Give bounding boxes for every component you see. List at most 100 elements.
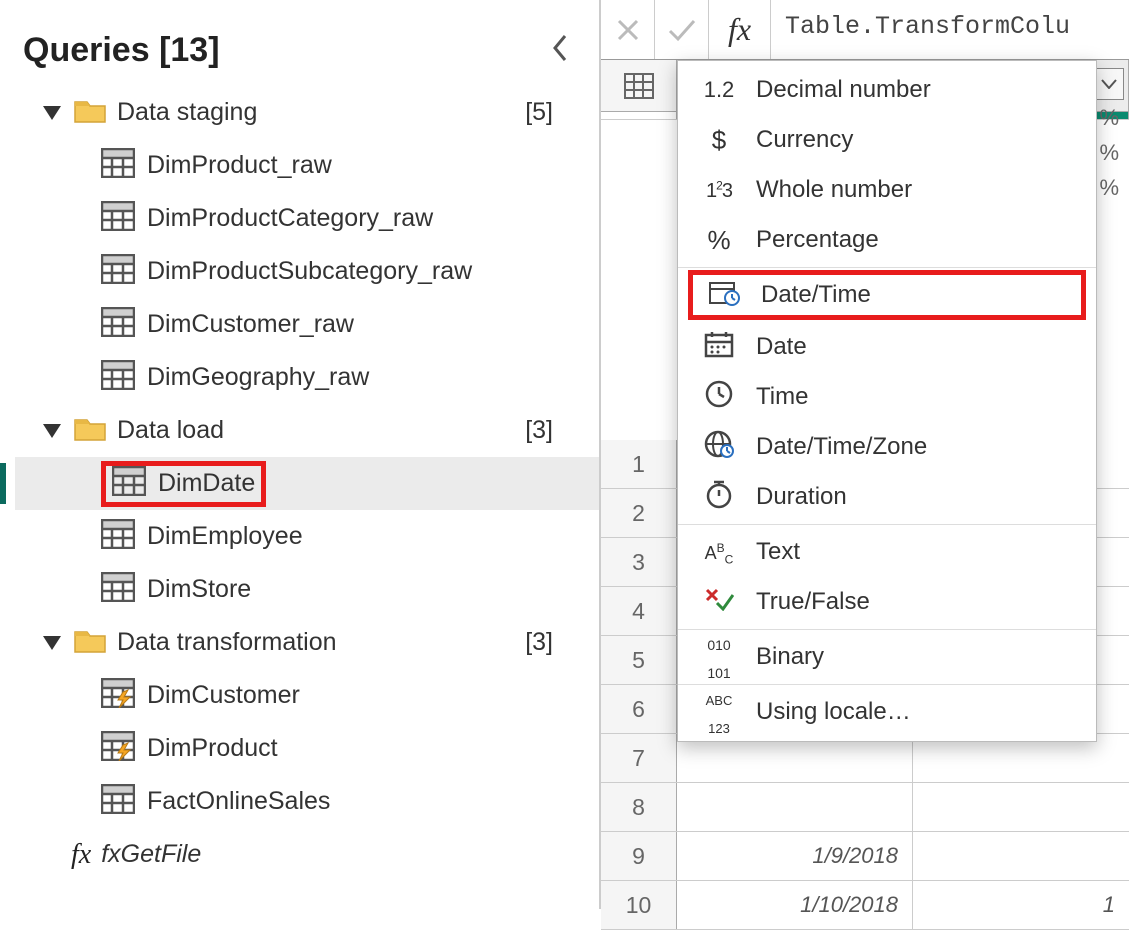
- type-icon: ABC: [700, 538, 738, 566]
- query-item[interactable]: DimGeography_raw: [15, 351, 599, 404]
- table-row[interactable]: 8: [601, 783, 1129, 832]
- percent-indicator: %: [1099, 140, 1119, 166]
- row-number: 8: [601, 783, 677, 831]
- queries-title: Queries [13]: [23, 31, 220, 70]
- query-name: DimCustomer: [147, 681, 300, 710]
- type-label: Binary: [756, 643, 824, 671]
- type-label: Text: [756, 538, 800, 566]
- query-item[interactable]: DimCustomer: [15, 669, 599, 722]
- row-number: 9: [601, 832, 677, 880]
- expand-collapse-icon[interactable]: [43, 106, 61, 120]
- queries-pane: Queries [13] Data staging[5]DimProduct_r…: [0, 0, 600, 909]
- type-icon: [700, 479, 738, 516]
- type-label: Decimal number: [756, 76, 931, 104]
- formula-bar: fx Table.TransformColu: [601, 0, 1129, 60]
- query-name: DimProductCategory_raw: [147, 204, 433, 233]
- percent-indicator: %: [1099, 175, 1119, 201]
- query-name: DimEmployee: [147, 522, 303, 551]
- table-icon: [112, 466, 146, 502]
- type-label: Whole number: [756, 176, 912, 204]
- row-number: 7: [601, 734, 677, 782]
- menu-separator: [678, 629, 1096, 630]
- table-icon: [101, 307, 135, 343]
- row-number: 5: [601, 636, 677, 684]
- query-group[interactable]: Data staging[5]: [15, 86, 599, 139]
- type-menu-item[interactable]: ABC123 Using locale…: [678, 687, 1096, 737]
- expand-collapse-icon[interactable]: [43, 636, 61, 650]
- data-type-menu: 1.2 Decimal number $Currency123Whole numbe…: [677, 60, 1097, 742]
- row-number: 10: [601, 881, 677, 929]
- cell[interactable]: 1/10/2018: [677, 881, 913, 929]
- type-menu-item[interactable]: %Percentage: [678, 215, 1096, 265]
- row-number: 4: [601, 587, 677, 635]
- cell[interactable]: 1: [913, 881, 1129, 929]
- query-name: DimStore: [147, 575, 251, 604]
- type-icon: [700, 430, 738, 465]
- formula-accept-button[interactable]: [655, 0, 709, 59]
- query-name: FactOnlineSales: [147, 787, 330, 816]
- select-all-corner[interactable]: [601, 60, 677, 111]
- table-row[interactable]: 101/10/20181: [601, 881, 1129, 930]
- fx-label[interactable]: fx: [709, 0, 771, 59]
- group-name: Data load: [117, 416, 224, 445]
- query-name: DimGeography_raw: [147, 363, 369, 392]
- collapse-pane-button[interactable]: [551, 34, 571, 68]
- type-menu-item[interactable]: 1.2 Decimal number: [678, 65, 1096, 115]
- type-label: Using locale…: [756, 698, 911, 726]
- type-icon: 1.2: [700, 76, 738, 104]
- row-number: 1: [601, 440, 677, 488]
- type-label: True/False: [756, 588, 870, 616]
- type-label: Time: [756, 383, 808, 411]
- column-filter-dropdown[interactable]: [1094, 68, 1124, 100]
- formula-cancel-button[interactable]: [601, 0, 655, 59]
- query-group[interactable]: Data load [3]: [15, 404, 599, 457]
- query-item[interactable]: FactOnlineSales: [15, 775, 599, 828]
- query-item[interactable]: DimCustomer_raw: [15, 298, 599, 351]
- cell[interactable]: [913, 832, 1129, 880]
- type-menu-item[interactable]: $Currency: [678, 115, 1096, 165]
- type-icon: [705, 278, 743, 313]
- cell[interactable]: [677, 783, 913, 831]
- type-menu-item[interactable]: 010101Binary: [678, 632, 1096, 682]
- highlighted-query: DimDate: [101, 461, 266, 507]
- type-label: Date: [756, 333, 807, 361]
- query-item[interactable]: DimStore: [15, 563, 599, 616]
- table-row[interactable]: 91/9/2018: [601, 832, 1129, 881]
- query-item[interactable]: DimProduct_raw: [15, 139, 599, 192]
- query-item[interactable]: DimProduct: [15, 722, 599, 775]
- query-item[interactable]: DimProductCategory_raw: [15, 192, 599, 245]
- menu-separator: [678, 267, 1096, 268]
- query-name: DimProduct: [147, 734, 278, 763]
- table-pane: fx Table.TransformColu DateKey 123 Day 1…: [600, 0, 1129, 909]
- type-menu-item[interactable]: 123Whole number: [678, 165, 1096, 215]
- group-count: [3]: [525, 416, 553, 445]
- query-item[interactable]: DimDate: [15, 457, 599, 510]
- type-icon: %: [700, 225, 738, 256]
- type-menu-item[interactable]: True/False: [678, 577, 1096, 627]
- type-label: Date/Time/Zone: [756, 433, 927, 461]
- type-icon: [700, 380, 738, 415]
- type-menu-item[interactable]: Date: [678, 322, 1096, 372]
- row-number: 3: [601, 538, 677, 586]
- query-item[interactable]: DimEmployee: [15, 510, 599, 563]
- cell[interactable]: [913, 783, 1129, 831]
- fx-query-item[interactable]: fxfxGetFile: [15, 828, 599, 881]
- type-label: Duration: [756, 483, 847, 511]
- table-icon: [101, 254, 135, 290]
- expand-collapse-icon[interactable]: [43, 424, 61, 438]
- table-icon: [101, 201, 135, 237]
- query-group[interactable]: Data transformation[3]: [15, 616, 599, 669]
- type-menu-item[interactable]: Time: [678, 372, 1096, 422]
- type-icon: [700, 587, 738, 618]
- type-menu-item[interactable]: ABC Text: [678, 527, 1096, 577]
- queries-header: Queries [13]: [15, 15, 599, 80]
- formula-input[interactable]: Table.TransformColu: [771, 0, 1129, 59]
- type-menu-item[interactable]: Date/Time/Zone: [678, 422, 1096, 472]
- type-label: Currency: [756, 126, 853, 154]
- query-name: DimCustomer_raw: [147, 310, 354, 339]
- cell[interactable]: 1/9/2018: [677, 832, 913, 880]
- type-icon: ABC123: [700, 684, 738, 740]
- type-menu-item[interactable]: Date/Time: [688, 270, 1086, 320]
- type-menu-item[interactable]: Duration: [678, 472, 1096, 522]
- query-item[interactable]: DimProductSubcategory_raw: [15, 245, 599, 298]
